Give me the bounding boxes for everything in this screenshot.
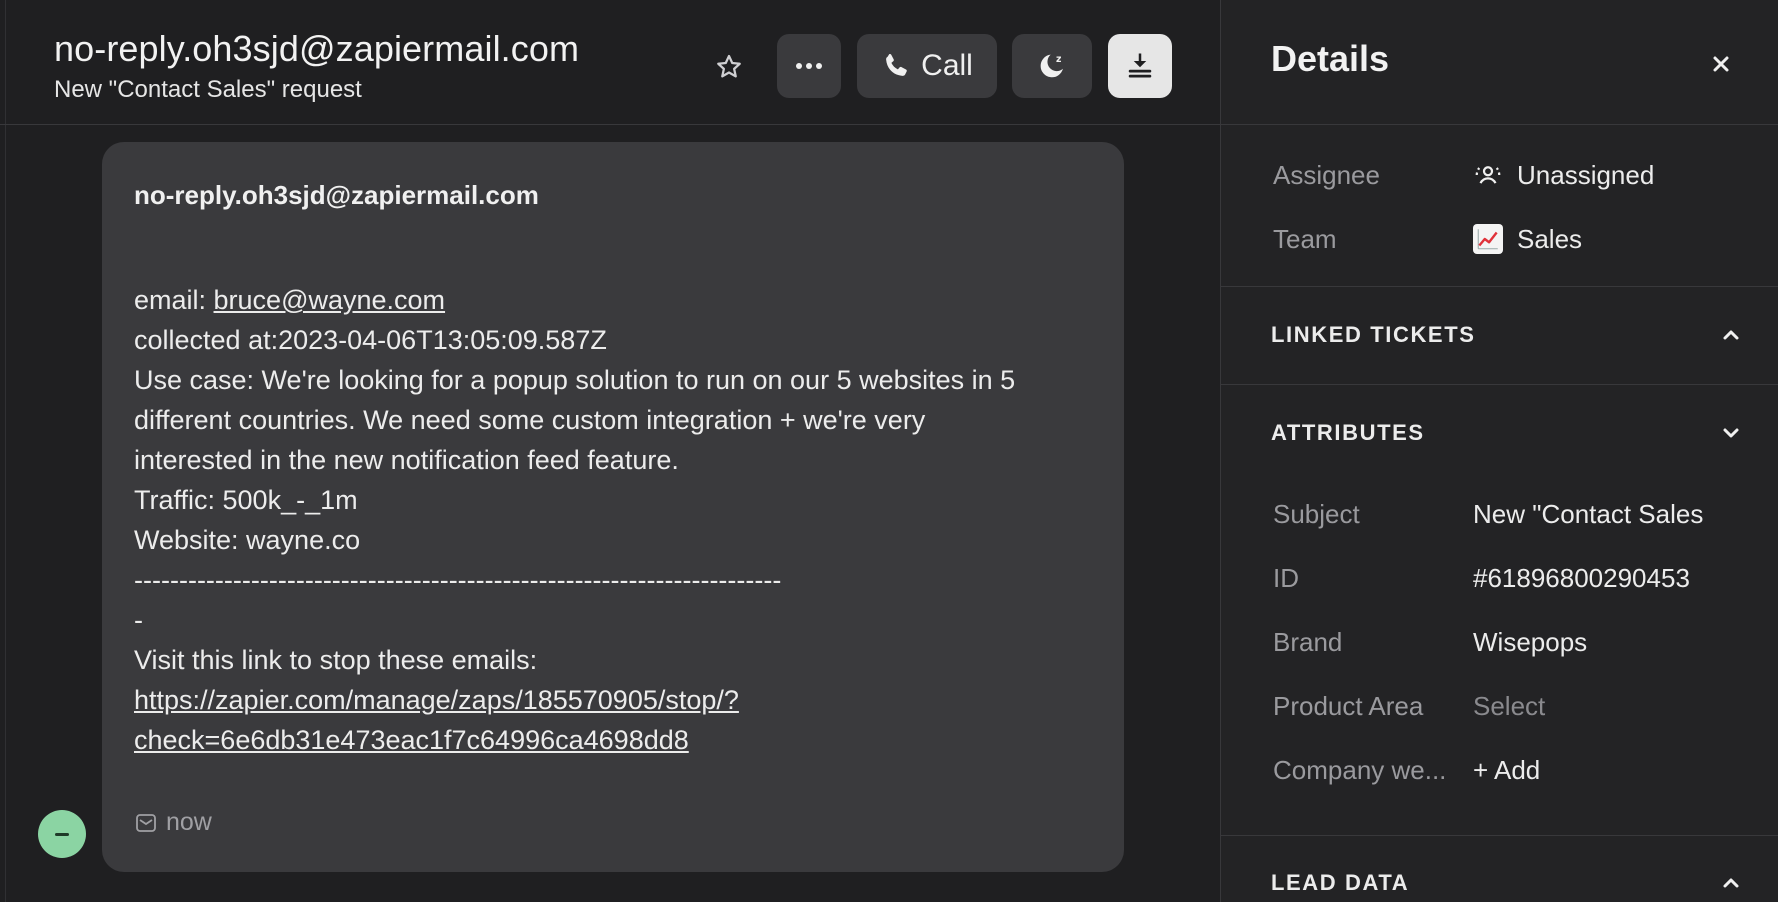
attributes-section-header[interactable]: ATTRIBUTES [1271, 413, 1741, 453]
message-body: email: bruce@wayne.com collected at:2023… [134, 280, 1104, 760]
unassigned-icon [1475, 166, 1501, 184]
stop-link-part-2[interactable]: check=6e6db31e473eac1f7c64996ca4698dd8 [134, 725, 689, 755]
call-button[interactable]: Call [857, 34, 997, 98]
conversation-header: no-reply.oh3sjd@zapiermail.com New "Cont… [0, 0, 1220, 125]
brand-value[interactable]: Wisepops [1473, 627, 1743, 658]
close-conversation-button[interactable] [1108, 34, 1172, 98]
id-value: #61896800290453 [1473, 562, 1690, 593]
team-label: Team [1273, 223, 1337, 254]
message-footer: now [134, 808, 212, 837]
id-row: ID #61896800290453 [1273, 558, 1743, 598]
assignee-label: Assignee [1273, 159, 1380, 190]
website-line: Website: wayne.co [134, 525, 361, 555]
team-text: Sales [1517, 223, 1583, 254]
separator-line: ----------------------------------------… [134, 565, 782, 595]
minus-icon [55, 832, 69, 836]
email-link[interactable]: bruce@wayne.com [214, 285, 446, 315]
use-case-line-3: interested in the new notification feed … [134, 445, 679, 475]
message-card: no-reply.oh3sjd@zapiermail.com email: br… [102, 142, 1124, 872]
star-button[interactable] [708, 46, 750, 88]
snooze-button[interactable]: z [1012, 34, 1092, 98]
assignee-text: Unassigned [1517, 159, 1655, 190]
email-channel-icon [136, 813, 156, 832]
product-area-row[interactable]: Product Area Select [1273, 686, 1743, 726]
linked-tickets-section-header[interactable]: LINKED TICKETS [1271, 315, 1741, 355]
conversation-subtitle: New "Contact Sales" request [54, 76, 362, 103]
subject-row[interactable]: Subject New "Contact Sales [1273, 494, 1743, 534]
subject-label: Subject [1273, 498, 1360, 529]
conversation-pane: no-reply.oh3sjd@zapiermail.com New "Cont… [0, 0, 1220, 902]
email-prefix: email: [134, 285, 214, 315]
divider [1221, 835, 1778, 836]
team-row[interactable]: Team Sales [1273, 219, 1743, 259]
product-area-select[interactable]: Select [1473, 691, 1743, 722]
use-case-line-2: different countries. We need some custom… [134, 405, 926, 435]
snooze-icon: z [1040, 54, 1063, 78]
collected-line: collected at:2023-04-06T13:05:09.587Z [134, 325, 607, 355]
lead-data-label: LEAD DATA [1271, 870, 1410, 895]
lead-data-section-header[interactable]: LEAD DATA [1271, 863, 1741, 902]
message-sender: no-reply.oh3sjd@zapiermail.com [134, 180, 539, 210]
company-label: Company we... [1273, 754, 1447, 785]
attributes-label: ATTRIBUTES [1271, 420, 1425, 445]
status-toggle-button[interactable] [38, 810, 86, 858]
stop-link-part-1[interactable]: https://zapier.com/manage/zaps/185570905… [134, 685, 739, 715]
divider [1221, 286, 1778, 287]
chart-emoji-icon [1473, 224, 1503, 254]
assignee-row[interactable]: Assignee Unassigned [1273, 155, 1743, 195]
details-panel: Details Assignee Unassigned Team Sales L… [1220, 0, 1778, 902]
assignee-value[interactable]: Unassigned [1473, 160, 1743, 191]
details-close-button[interactable] [1701, 44, 1741, 84]
separator-tail: - [134, 605, 143, 635]
conversation-title: no-reply.oh3sjd@zapiermail.com [54, 28, 580, 69]
details-title: Details [1271, 38, 1390, 79]
team-value[interactable]: Sales [1473, 224, 1743, 255]
use-case-line-1: Use case: We're looking for a popup solu… [134, 365, 1016, 395]
pane-edge [0, 0, 6, 902]
chevron-up-icon [1723, 330, 1739, 340]
chevron-down-icon [1723, 428, 1739, 438]
company-add-button[interactable]: + Add [1473, 755, 1743, 786]
chevron-up-icon [1723, 878, 1739, 888]
email-line: email: bruce@wayne.com [134, 280, 1104, 320]
product-area-label: Product Area [1273, 690, 1424, 721]
phone-icon [886, 53, 907, 76]
more-actions-button[interactable] [777, 34, 841, 98]
call-button-label: Call [921, 49, 973, 82]
brand-row[interactable]: Brand Wisepops [1273, 622, 1743, 662]
close-ticket-icon [1128, 53, 1152, 78]
subject-value[interactable]: New "Contact Sales [1473, 499, 1743, 530]
company-row[interactable]: Company we... + Add [1273, 750, 1743, 790]
details-header: Details [1221, 0, 1778, 125]
divider [1221, 384, 1778, 385]
more-icon [796, 63, 822, 69]
id-label: ID [1273, 562, 1299, 593]
svg-text:z: z [1056, 54, 1061, 65]
message-timestamp: now [166, 808, 212, 836]
star-icon [717, 54, 741, 78]
traffic-line: Traffic: 500k_-_1m [134, 485, 358, 515]
close-icon [1713, 56, 1729, 72]
linked-tickets-label: LINKED TICKETS [1271, 322, 1476, 347]
stop-text-line: Visit this link to stop these emails: [134, 645, 538, 675]
brand-label: Brand [1273, 626, 1343, 657]
